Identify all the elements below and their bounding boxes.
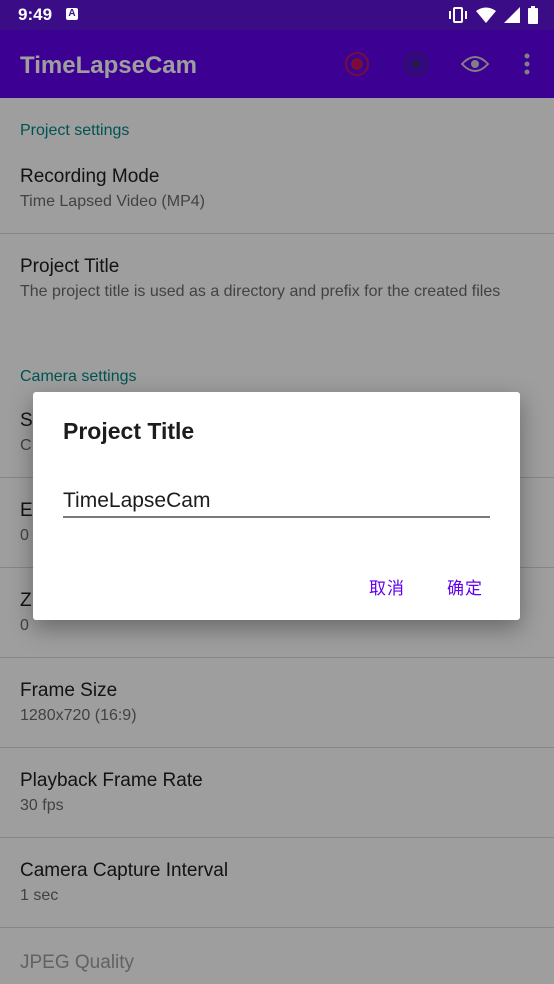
vibrate-icon xyxy=(449,7,467,23)
battery-icon xyxy=(528,6,538,24)
signal-icon xyxy=(504,7,520,23)
ok-button[interactable]: 确定 xyxy=(447,574,483,599)
status-bar: 9:49 A xyxy=(0,0,554,30)
cancel-button[interactable]: 取消 xyxy=(369,574,405,599)
status-icons xyxy=(448,6,538,24)
project-title-input[interactable] xyxy=(63,486,490,518)
status-time: 9:49 xyxy=(18,5,53,24)
wifi-icon xyxy=(476,7,496,23)
project-title-dialog: Project Title 取消 确定 xyxy=(33,392,520,620)
notification-icon: A xyxy=(66,8,78,20)
dialog-title: Project Title xyxy=(63,418,195,444)
